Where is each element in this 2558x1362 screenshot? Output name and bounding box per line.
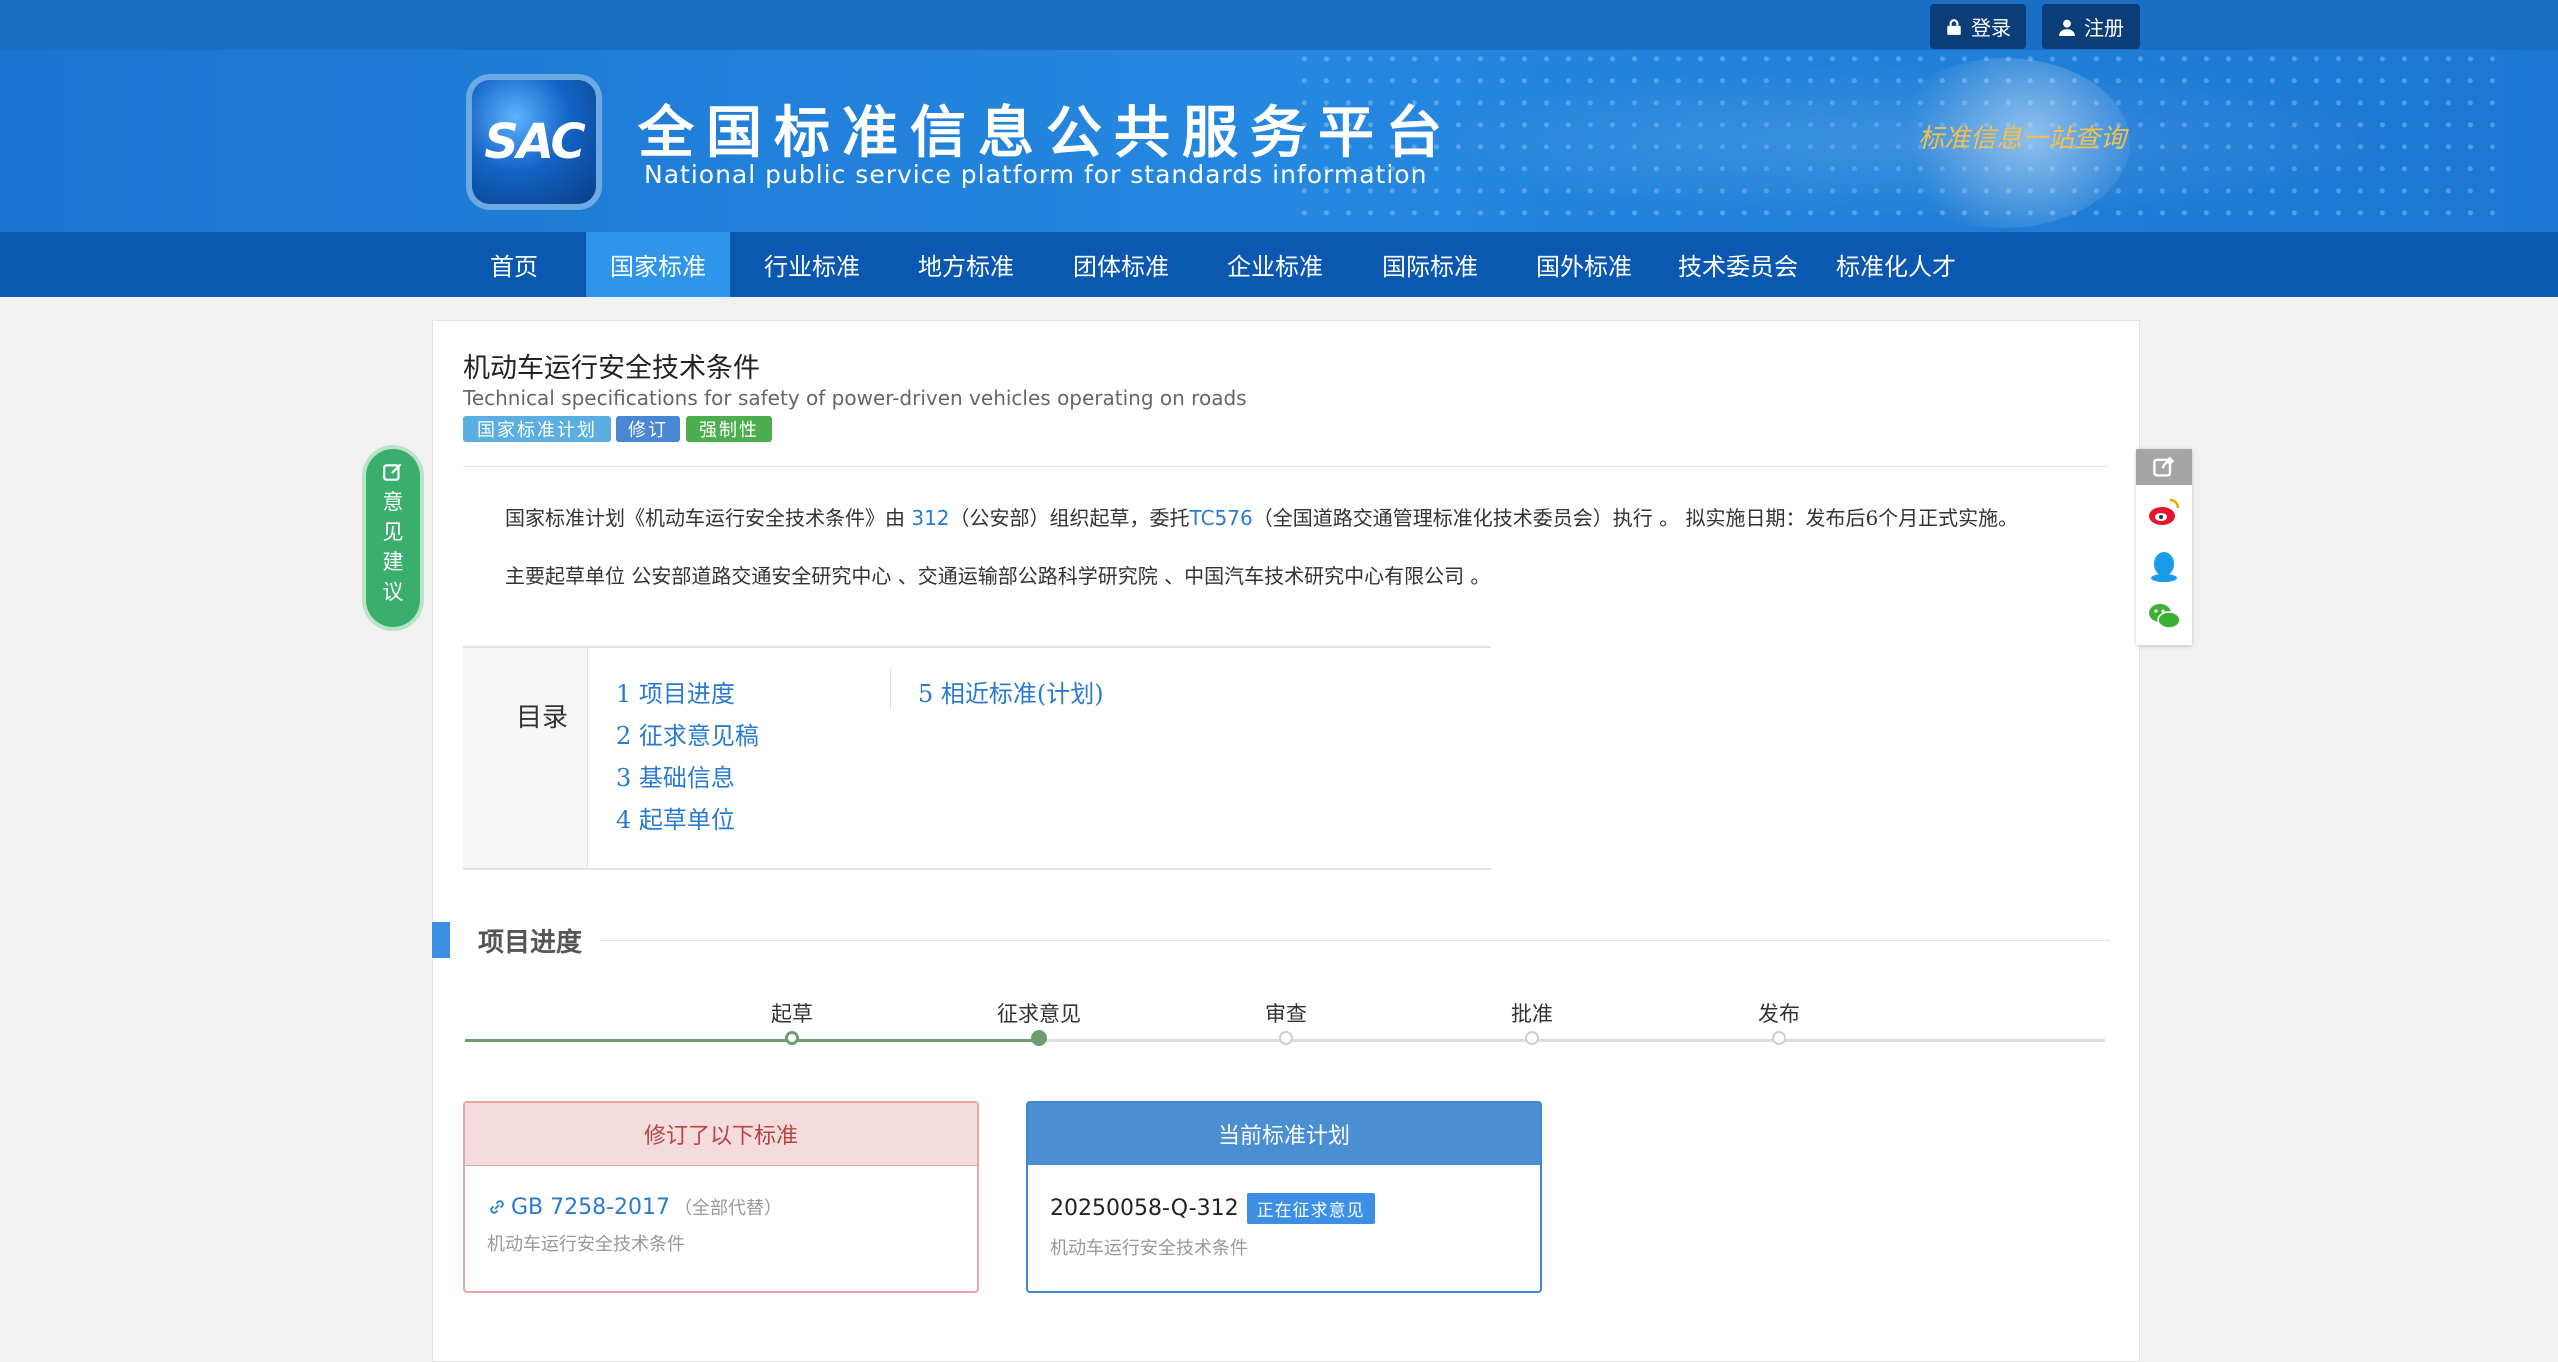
register-button[interactable]: 注册 xyxy=(2042,4,2140,49)
nav-enterprise-standards[interactable]: 企业标准 xyxy=(1205,232,1345,297)
dept-code-link[interactable]: 312 xyxy=(911,506,949,530)
feedback-button[interactable]: 意见建议 xyxy=(366,449,420,627)
step-label-approval: 批准 xyxy=(1511,1002,1553,1026)
login-button[interactable]: 登录 xyxy=(1930,4,2026,49)
revised-standard-link[interactable]: GB 7258-2017 xyxy=(511,1195,670,1220)
tag-national-plan: 国家标准计划 xyxy=(463,416,611,442)
revised-standard-name: 机动车运行安全技术条件 xyxy=(487,1234,685,1255)
toc-item-draft[interactable]: 2 征求意见稿 xyxy=(616,716,759,751)
edit-icon xyxy=(383,463,402,481)
nav-international-standards[interactable]: 国际标准 xyxy=(1360,232,1500,297)
toc-side-panel xyxy=(463,648,588,868)
toc-item-related[interactable]: 5 相近标准(计划) xyxy=(918,674,1104,709)
status-badge: 正在征求意见 xyxy=(1246,1193,1375,1224)
nav-national-standards[interactable]: 国家标准 xyxy=(586,232,730,297)
logo-text: SAC xyxy=(484,114,585,170)
sac-logo[interactable]: SAC xyxy=(472,80,596,204)
step-label-review: 审查 xyxy=(1265,1002,1307,1026)
current-box-header: 当前标准计划 xyxy=(1028,1103,1540,1165)
toc-item-progress[interactable]: 1 项目进度 xyxy=(616,674,735,709)
qq-icon[interactable] xyxy=(2146,548,2182,584)
revised-box-header: 修订了以下标准 xyxy=(465,1103,977,1166)
toc-title: 目录 xyxy=(516,703,569,733)
tag-revision: 修订 xyxy=(616,416,680,442)
weibo-icon[interactable] xyxy=(2146,494,2182,530)
standard-title-cn: 机动车运行安全技术条件 xyxy=(463,353,760,384)
step-dot-publish xyxy=(1772,1031,1786,1045)
revised-standards-box: 修订了以下标准 GB 7258-2017 （全部代替） 机动车运行安全技术条件 xyxy=(463,1101,979,1293)
nav-home[interactable]: 首页 xyxy=(466,232,562,297)
nav-group-standards[interactable]: 团体标准 xyxy=(1051,232,1191,297)
toc-item-drafting-units[interactable]: 4 起草单位 xyxy=(616,800,735,835)
step-dot-drafting xyxy=(785,1031,799,1045)
register-label: 注册 xyxy=(2084,16,2124,40)
plan-description: 国家标准计划《机动车运行安全技术条件》由 312（公安部）组织起草，委托TC57… xyxy=(505,502,2018,531)
standard-title-en: Technical specifications for safety of p… xyxy=(463,386,1247,410)
nav-local-standards[interactable]: 地方标准 xyxy=(896,232,1036,297)
title-divider xyxy=(463,466,2109,467)
progress-completed xyxy=(465,1039,1039,1042)
desc-text-1: 国家标准计划《机动车运行安全技术条件》由 xyxy=(505,506,912,530)
current-plan-name: 机动车运行安全技术条件 xyxy=(1050,1238,1248,1259)
section-title-progress: 项目进度 xyxy=(478,928,583,958)
section-rule xyxy=(600,940,2110,941)
nav-standardization-talent[interactable]: 标准化人才 xyxy=(1824,232,1968,297)
step-dot-consultation xyxy=(1031,1030,1047,1046)
slogan: 标准信息一站查询 xyxy=(1918,124,2127,154)
revised-note: （全部代替） xyxy=(674,1198,783,1219)
site-subtitle: National public service platform for sta… xyxy=(644,160,1428,189)
desc-text-2: （公安部）组织起草，委托 xyxy=(949,506,1190,530)
drafting-units: 主要起草单位 公安部道路交通安全研究中心 、交通运输部公路科学研究院 、中国汽车… xyxy=(505,564,1491,588)
main-nav: 首页 国家标准 行业标准 地方标准 团体标准 企业标准 国际标准 国外标准 技术… xyxy=(0,232,2558,297)
current-plan-box: 当前标准计划 20250058-Q-312 正在征求意见 机动车运行安全技术条件 xyxy=(1026,1101,1542,1293)
step-label-drafting: 起草 xyxy=(771,1002,813,1026)
lock-icon xyxy=(1947,18,1961,35)
toc-item-basic-info[interactable]: 3 基础信息 xyxy=(616,758,735,793)
nav-industry-standards[interactable]: 行业标准 xyxy=(742,232,882,297)
share-icon[interactable] xyxy=(2136,449,2192,485)
section-marker xyxy=(432,922,450,958)
login-label: 登录 xyxy=(1971,16,2011,40)
step-label-publish: 发布 xyxy=(1758,1002,1800,1026)
feedback-label: 意见建议 xyxy=(382,490,404,604)
tc-code-link[interactable]: TC576 xyxy=(1190,506,1253,530)
top-bar: 登录 注册 xyxy=(0,0,2558,50)
toc-column-separator xyxy=(890,668,891,710)
nav-foreign-standards[interactable]: 国外标准 xyxy=(1514,232,1654,297)
wechat-icon[interactable] xyxy=(2146,598,2182,634)
current-plan-code: 20250058-Q-312 xyxy=(1050,1196,1239,1221)
link-icon xyxy=(490,1200,504,1214)
nav-technical-committees[interactable]: 技术委员会 xyxy=(1666,232,1810,297)
user-icon xyxy=(2059,19,2075,36)
tag-mandatory: 强制性 xyxy=(686,416,772,442)
step-label-consultation: 征求意见 xyxy=(997,1002,1081,1026)
step-dot-approval xyxy=(1525,1031,1539,1045)
site-title: 全国标准信息公共服务平台 xyxy=(638,101,1454,166)
step-dot-review xyxy=(1279,1031,1293,1045)
desc-text-3: （全国道路交通管理标准化技术委员会）执行 。 拟实施日期：发布后6个月正式实施。 xyxy=(1252,506,2019,530)
